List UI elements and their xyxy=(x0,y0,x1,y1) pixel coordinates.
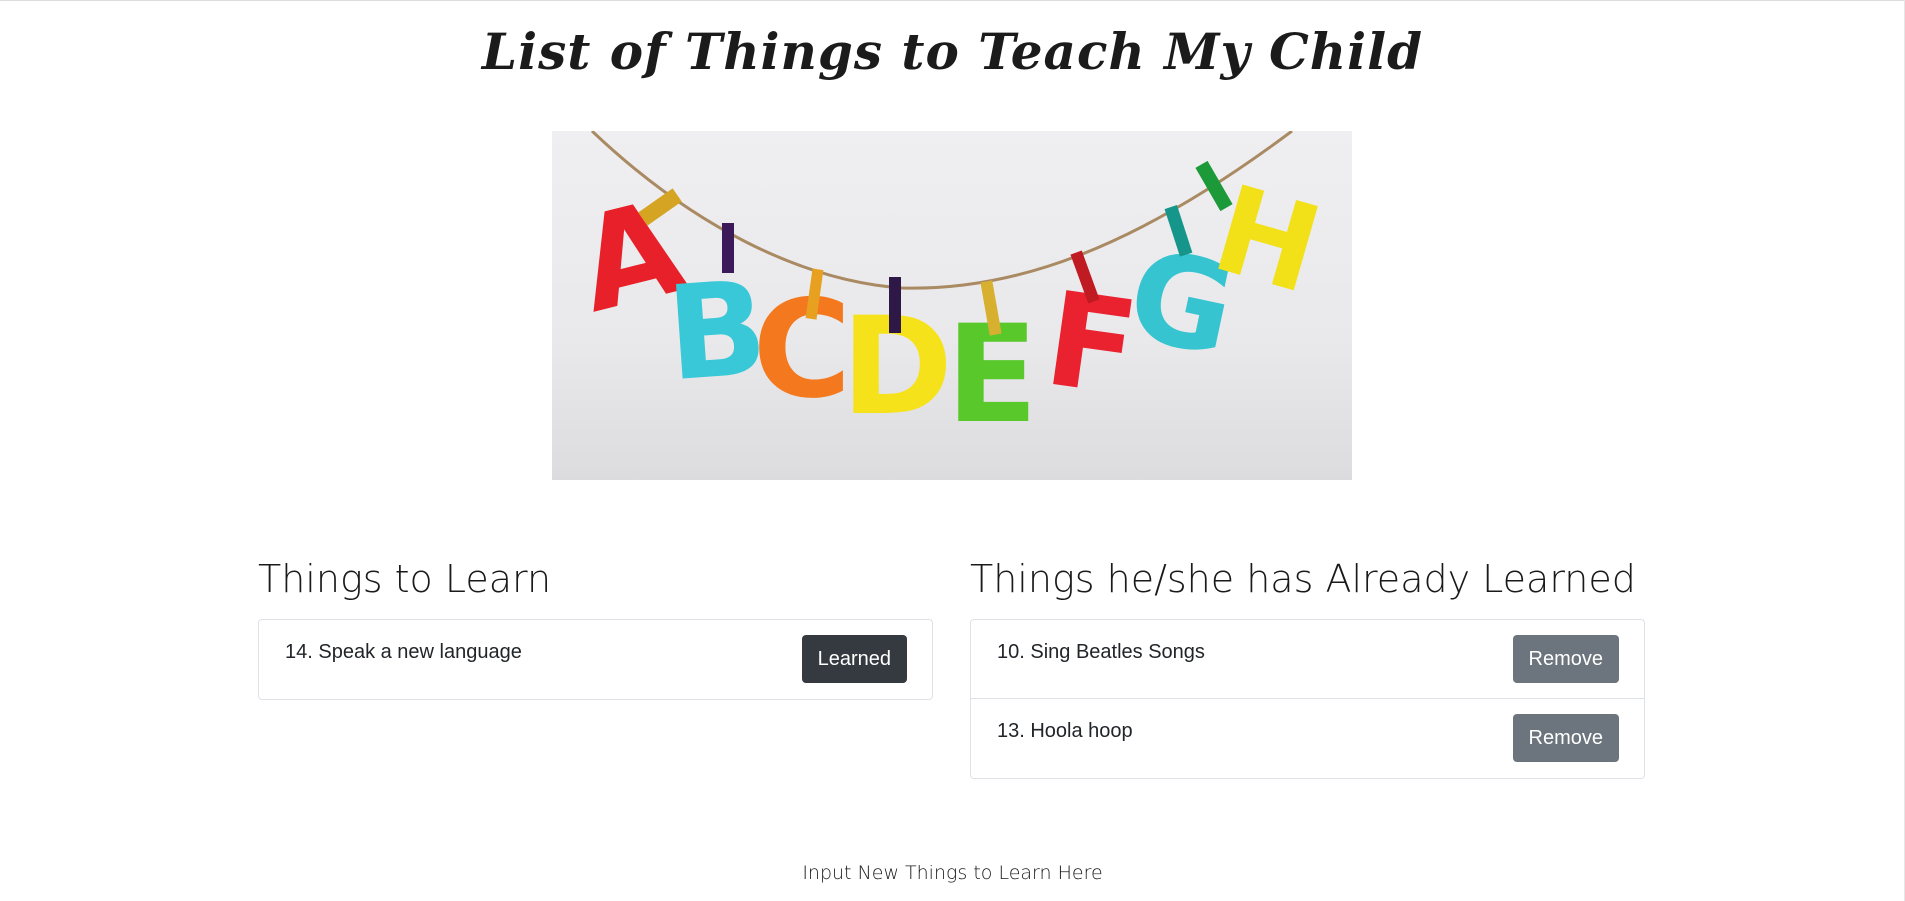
things-to-learn-heading: Things to Learn xyxy=(258,557,552,601)
list-item-text: 14. Speak a new language xyxy=(285,641,522,663)
things-to-learn-list: 14. Speak a new language Learned xyxy=(258,619,933,700)
already-learned-heading: Things he/she has Already Learned xyxy=(970,557,1636,601)
list-item-text: 13. Hoola hoop xyxy=(997,720,1133,742)
list-item: 13. Hoola hoop Remove xyxy=(971,699,1644,778)
remove-button[interactable]: Remove xyxy=(1512,714,1619,762)
already-learned-list: 10. Sing Beatles Songs Remove 13. Hoola … xyxy=(970,619,1645,779)
top-border xyxy=(0,0,1905,1)
alphabet-banner-illustration: A B C D E F G H xyxy=(564,131,1335,453)
hero-image: A B C D E F G H xyxy=(552,131,1352,480)
input-section-label: Input New Things to Learn Here xyxy=(802,862,1103,884)
learned-button[interactable]: Learned xyxy=(801,635,907,683)
page-title: List of Things to Teach My Child xyxy=(481,22,1424,81)
letter-c: C xyxy=(752,271,851,428)
list-item: 10. Sing Beatles Songs Remove xyxy=(971,620,1644,699)
list-item-text: 10. Sing Beatles Songs xyxy=(997,641,1205,663)
remove-button[interactable]: Remove xyxy=(1512,635,1619,683)
list-item: 14. Speak a new language Learned xyxy=(259,620,932,699)
